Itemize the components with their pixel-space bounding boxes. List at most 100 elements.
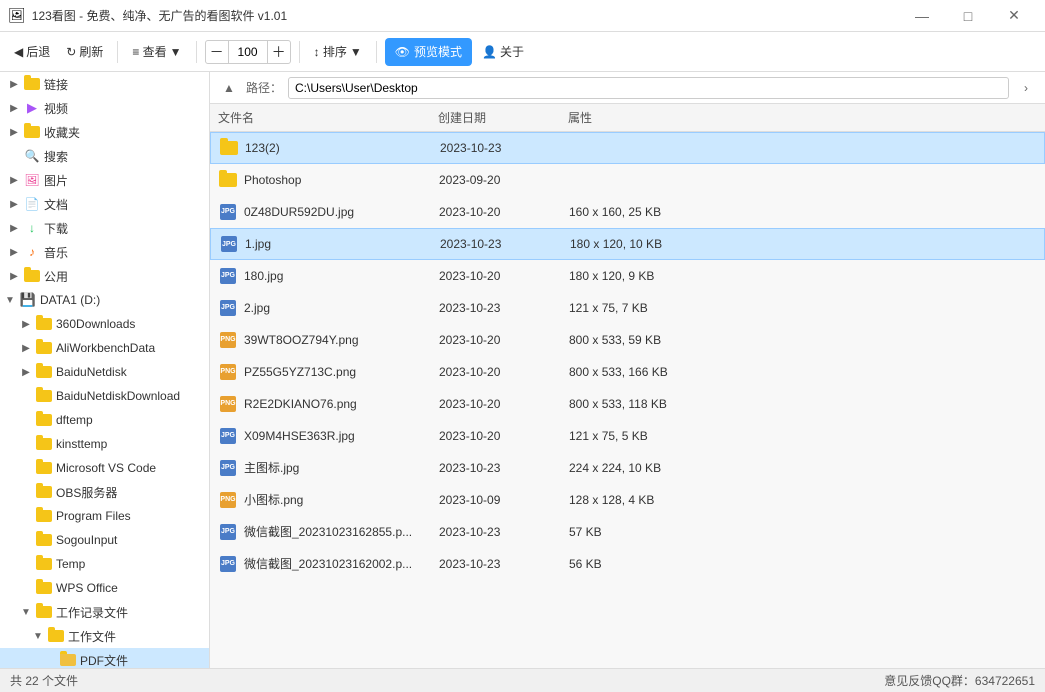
- search-icon: 🔍: [24, 148, 40, 164]
- sidebar-item-music[interactable]: ▶ ♪ 音乐: [0, 240, 209, 264]
- table-row[interactable]: JPG 微信截图_20231023162002.p... 2023-10-23 …: [210, 548, 1045, 580]
- sidebar-item-pdf[interactable]: ▶ PDF文件: [0, 648, 209, 668]
- sidebar-item-baidu-dl[interactable]: ▶ BaiduNetdiskDownload: [0, 384, 209, 408]
- back-button[interactable]: ◀ 后退: [8, 38, 56, 66]
- jpg-icon: JPG: [218, 426, 238, 446]
- folder-icon: [36, 532, 52, 548]
- jpg-icon: JPG: [218, 202, 238, 222]
- table-row[interactable]: PNG PZ55G5YZ713C.png 2023-10-20 800 x 53…: [210, 356, 1045, 388]
- table-row[interactable]: PNG 小图标.png 2023-10-09 128 x 128, 4 KB: [210, 484, 1045, 516]
- file-attr: 800 x 533, 118 KB: [569, 397, 1037, 411]
- maximize-button[interactable]: □: [945, 0, 991, 32]
- about-button[interactable]: 👤 关于: [476, 38, 530, 66]
- png-icon: PNG: [218, 362, 238, 382]
- sidebar-item-downloads[interactable]: ▶ ↓ 下载: [0, 216, 209, 240]
- zoom-container: － ＋: [205, 40, 291, 64]
- file-attr: 180 x 120, 9 KB: [569, 269, 1037, 283]
- zoom-input[interactable]: [228, 41, 268, 63]
- sort-button[interactable]: ↕ 排序 ▼: [308, 38, 368, 66]
- folder-icon: [48, 628, 64, 644]
- table-row[interactable]: JPG 0Z48DUR592DU.jpg 2023-10-20 160 x 16…: [210, 196, 1045, 228]
- preview-button[interactable]: 👁 预览模式: [385, 38, 472, 66]
- sidebar-item-drive-d[interactable]: ▼ 💾 DATA1 (D:): [0, 288, 209, 312]
- zoom-in-button[interactable]: ＋: [268, 41, 290, 63]
- pathbar-up-button[interactable]: ▲: [218, 77, 240, 99]
- arrow-icon: ▶: [8, 271, 20, 282]
- folder-icon: [218, 170, 238, 190]
- sidebar-item-favorites[interactable]: ▶ 收藏夹: [0, 120, 209, 144]
- arrow-icon: ▶: [8, 103, 20, 114]
- pathbar-input[interactable]: [288, 77, 1009, 99]
- table-row[interactable]: JPG 主图标.jpg 2023-10-23 224 x 224, 10 KB: [210, 452, 1045, 484]
- folder-icon: [36, 364, 52, 380]
- sidebar-item-baidu[interactable]: ▶ BaiduNetdisk: [0, 360, 209, 384]
- refresh-button[interactable]: ↻ 刷新: [60, 38, 109, 66]
- file-attr: 121 x 75, 5 KB: [569, 429, 1037, 443]
- sidebar-item-temp[interactable]: ▶ Temp: [0, 552, 209, 576]
- sidebar-item-pictures[interactable]: ▶ 🖼 图片: [0, 168, 209, 192]
- sidebar-item-kinsttemp[interactable]: ▶ kinsttemp: [0, 432, 209, 456]
- folder-icon: [36, 604, 52, 620]
- arrow-icon: ▶: [20, 367, 32, 378]
- folder-icon: [36, 484, 52, 500]
- table-row[interactable]: 123(2) 2023-10-23: [210, 132, 1045, 164]
- sidebar-item-dftemp[interactable]: ▶ dftemp: [0, 408, 209, 432]
- sidebar-item-documents[interactable]: ▶ 📄 文档: [0, 192, 209, 216]
- sidebar-item-work-files[interactable]: ▼ 工作文件: [0, 624, 209, 648]
- file-attr: 800 x 533, 59 KB: [569, 333, 1037, 347]
- zoom-out-icon: －: [210, 42, 224, 62]
- pathbar-go-button[interactable]: ›: [1015, 77, 1037, 99]
- file-date: 2023-10-20: [439, 365, 569, 379]
- minimize-button[interactable]: —: [899, 0, 945, 32]
- sidebar-item-sogou[interactable]: ▶ SogouInput: [0, 528, 209, 552]
- table-row[interactable]: JPG 2.jpg 2023-10-23 121 x 75, 7 KB: [210, 292, 1045, 324]
- view-label: ≡ 查看: [132, 43, 166, 60]
- file-name: 微信截图_20231023162002.p...: [244, 555, 439, 572]
- sidebar-item-wps[interactable]: ▶ WPS Office: [0, 576, 209, 600]
- folder-icon: [36, 316, 52, 332]
- table-row[interactable]: Photoshop 2023-09-20: [210, 164, 1045, 196]
- close-button[interactable]: ✕: [991, 0, 1037, 32]
- file-date: 2023-10-23: [439, 461, 569, 475]
- jpg-icon: JPG: [218, 266, 238, 286]
- sidebar-item-program[interactable]: ▶ Program Files: [0, 504, 209, 528]
- view-button[interactable]: ≡ 查看 ▼: [126, 38, 187, 66]
- sort-arrow: ▼: [350, 45, 362, 59]
- file-count: 共 22 个文件: [10, 672, 78, 689]
- sidebar-item-work-records[interactable]: ▼ 工作记录文件: [0, 600, 209, 624]
- table-row[interactable]: PNG R2E2DKIANO76.png 2023-10-20 800 x 53…: [210, 388, 1045, 420]
- folder-icon: [36, 460, 52, 476]
- file-attr: 56 KB: [569, 557, 1037, 571]
- file-date: 2023-10-09: [439, 493, 569, 507]
- sidebar-item-360[interactable]: ▶ 360Downloads: [0, 312, 209, 336]
- table-row[interactable]: PNG 39WT8OOZ794Y.png 2023-10-20 800 x 53…: [210, 324, 1045, 356]
- table-row[interactable]: JPG 微信截图_20231023162855.p... 2023-10-23 …: [210, 516, 1045, 548]
- sidebar-item-links[interactable]: ▶ 链接: [0, 72, 209, 96]
- folder-icon: [60, 652, 76, 668]
- titlebar: 🖼 123看图 - 免费、纯净、无广告的看图软件 v1.01 — □ ✕: [0, 0, 1045, 32]
- sidebar-item-public[interactable]: ▶ 公用: [0, 264, 209, 288]
- sidebar-item-search[interactable]: ▶ 🔍 搜索: [0, 144, 209, 168]
- arrow-icon: ▶: [8, 223, 20, 234]
- file-attr: 57 KB: [569, 525, 1037, 539]
- arrow-icon: ▼: [20, 607, 32, 618]
- file-date: 2023-09-20: [439, 173, 569, 187]
- zoom-out-button[interactable]: －: [206, 41, 228, 63]
- back-label: 后退: [26, 43, 50, 60]
- file-date: 2023-10-23: [439, 557, 569, 571]
- zoom-in-icon: ＋: [272, 42, 286, 62]
- file-attr: 160 x 160, 25 KB: [569, 205, 1037, 219]
- sidebar-item-ali[interactable]: ▶ AliWorkbenchData: [0, 336, 209, 360]
- refresh-label: 刷新: [79, 43, 103, 60]
- table-row[interactable]: JPG 180.jpg 2023-10-20 180 x 120, 9 KB: [210, 260, 1045, 292]
- sidebar-item-video[interactable]: ▶ ▶ 视频: [0, 96, 209, 120]
- folder-icon: [36, 508, 52, 524]
- table-row[interactable]: JPG 1.jpg 2023-10-23 180 x 120, 10 KB: [210, 228, 1045, 260]
- music-icon: ♪: [24, 244, 40, 260]
- table-row[interactable]: JPG X09M4HSE363R.jpg 2023-10-20 121 x 75…: [210, 420, 1045, 452]
- file-date: 2023-10-23: [440, 141, 570, 155]
- sidebar-item-vscode[interactable]: ▶ Microsoft VS Code: [0, 456, 209, 480]
- file-name: 小图标.png: [244, 491, 439, 508]
- file-name: 0Z48DUR592DU.jpg: [244, 205, 439, 219]
- sidebar-item-obs[interactable]: ▶ OBS服务器: [0, 480, 209, 504]
